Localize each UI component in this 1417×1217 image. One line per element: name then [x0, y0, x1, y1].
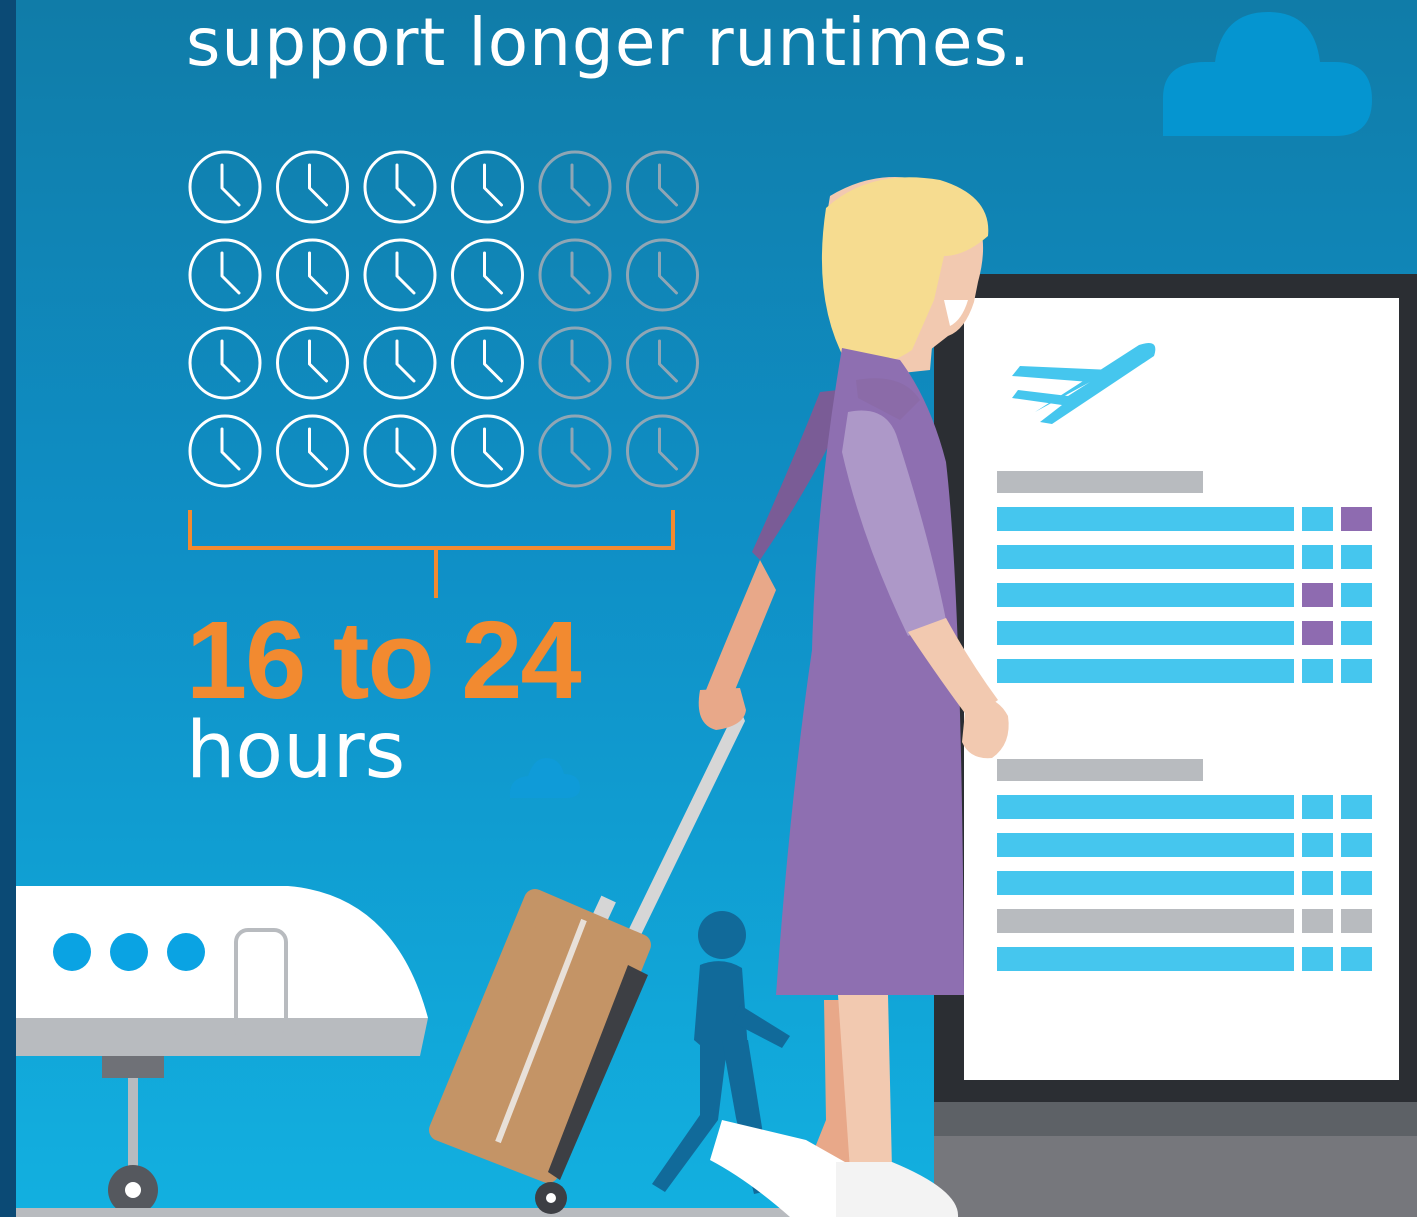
clock-icon: [363, 150, 437, 224]
board-row: [997, 947, 1294, 971]
airplane: [16, 886, 428, 1215]
clock-icon: [188, 150, 262, 224]
clock-grid: [188, 150, 699, 488]
clock-icon: [188, 326, 262, 400]
clock-icon: [363, 326, 437, 400]
clock-icon: [626, 150, 699, 224]
clock-icon: [626, 238, 699, 312]
clock-icon: [538, 326, 612, 400]
flight-board: [934, 274, 1417, 1217]
headline: support longer runtimes.: [186, 4, 1031, 81]
clock-icon: [451, 414, 524, 488]
board-row: [997, 871, 1294, 895]
clock-icon: [188, 414, 262, 488]
clock-icon: [538, 414, 612, 488]
board-row: [997, 621, 1294, 645]
clock-icon: [276, 150, 349, 224]
clock-icon: [626, 326, 699, 400]
clock-icon: [363, 414, 437, 488]
cloud-small: [509, 758, 580, 798]
board-row: [997, 909, 1294, 933]
clock-icon: [626, 414, 699, 488]
board-row: [997, 545, 1294, 569]
clock-icon: [538, 150, 612, 224]
board-header-bar: [997, 759, 1203, 781]
board-row: [997, 507, 1294, 531]
clock-icon: [363, 238, 437, 312]
clock-icon: [451, 150, 524, 224]
clock-icon: [451, 238, 524, 312]
infographic-scene: support longer runtimes. 16 to 24 hours: [0, 0, 1417, 1217]
clock-icon: [276, 414, 349, 488]
board-row: [997, 583, 1294, 607]
runtime-range-value: 16 to 24: [186, 599, 582, 722]
clock-icon: [276, 326, 349, 400]
board-header-bar: [997, 471, 1203, 493]
clock-icon: [451, 326, 524, 400]
board-row: [997, 833, 1294, 857]
board-row: [997, 795, 1294, 819]
clock-icon: [276, 238, 349, 312]
range-bracket: [188, 510, 675, 598]
cloud-large: [1163, 12, 1372, 136]
runtime-unit: hours: [186, 706, 406, 796]
clock-icon: [188, 238, 262, 312]
board-row: [997, 659, 1294, 683]
clock-icon: [538, 238, 612, 312]
